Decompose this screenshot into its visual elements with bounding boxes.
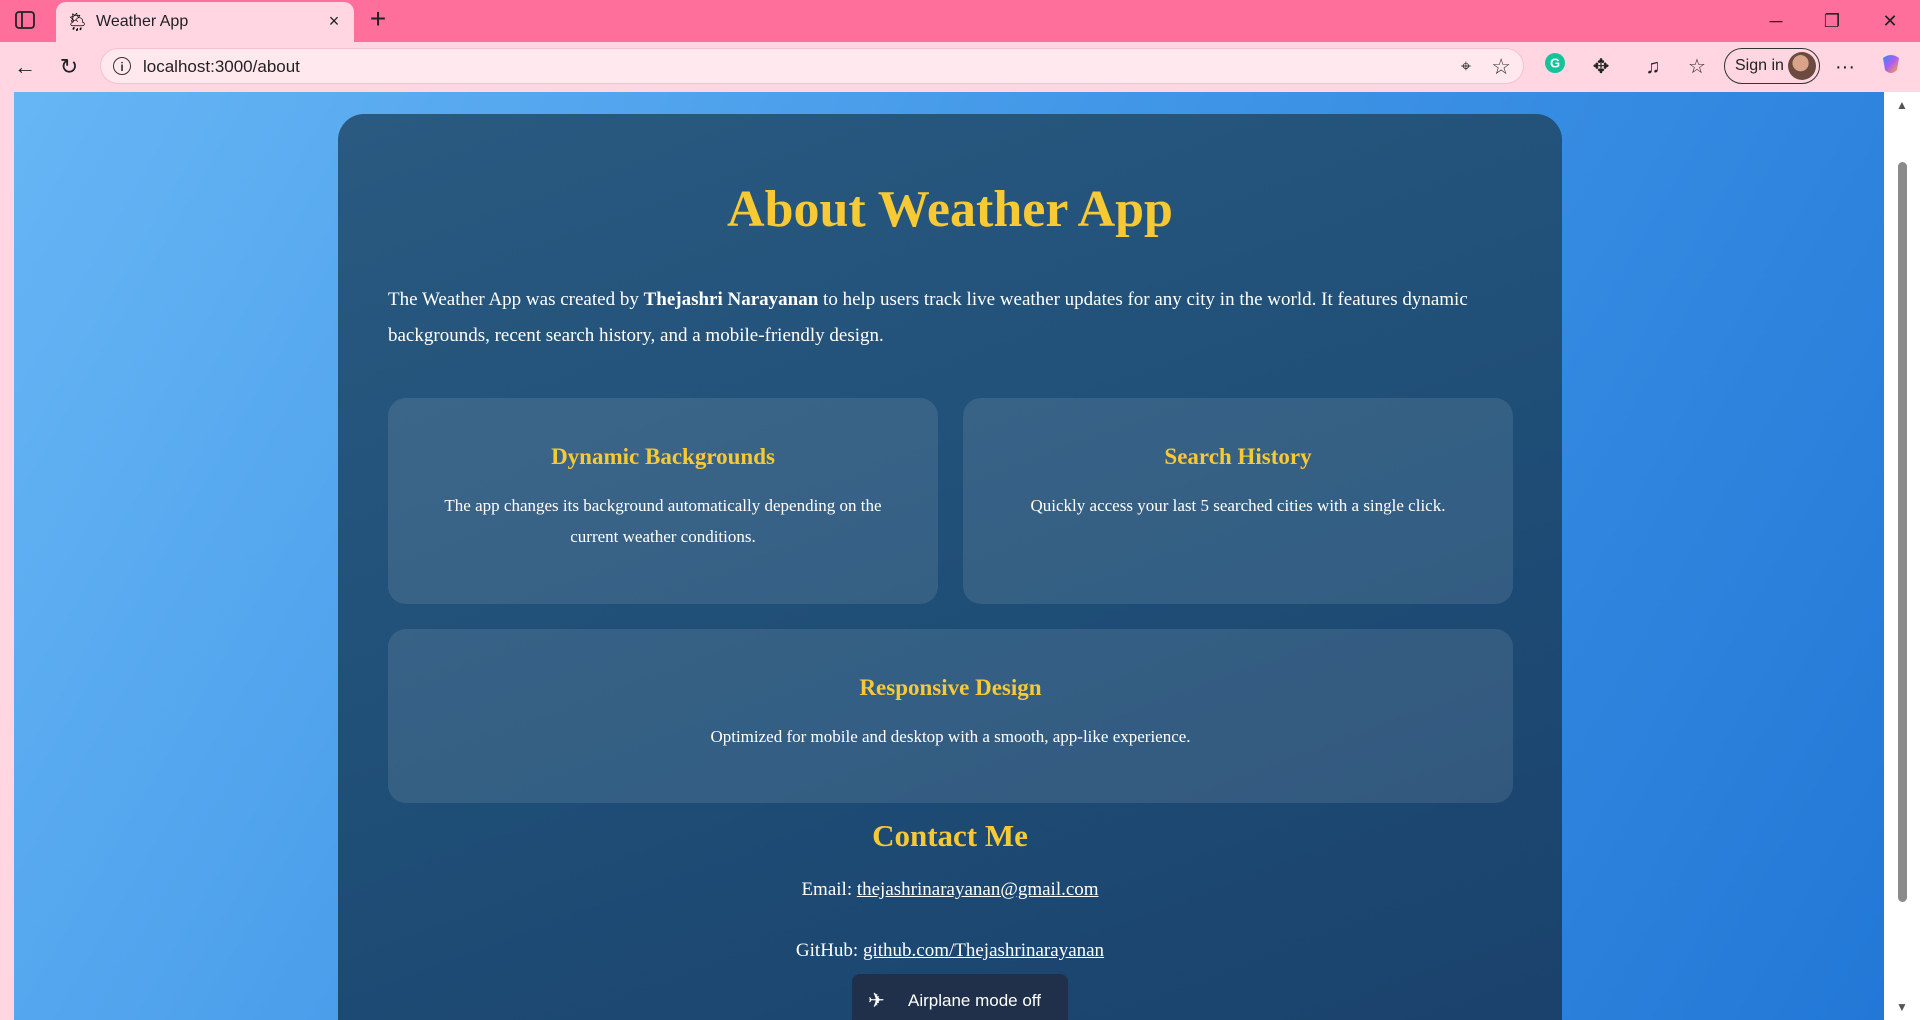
restore-icon[interactable]: ❐ <box>1812 8 1852 34</box>
avatar <box>1788 52 1816 80</box>
favorite-star-icon[interactable]: ☆ <box>1491 54 1511 80</box>
page-viewport: About Weather App The Weather App was cr… <box>0 92 1920 1020</box>
feature-text: Optimized for mobile and desktop with a … <box>710 727 1191 746</box>
minimize-icon[interactable]: ─ <box>1756 8 1796 34</box>
new-tab-button[interactable]: + <box>364 5 392 34</box>
sign-in-button[interactable]: Sign in <box>1724 48 1820 84</box>
contact-title: Contact Me <box>872 818 1028 853</box>
scrollbar-thumb[interactable] <box>1898 162 1907 902</box>
grammarly-extension-icon[interactable]: G <box>1540 52 1570 82</box>
intro-prefix: The Weather App was created by <box>388 289 644 310</box>
email-label: Email: <box>801 879 857 900</box>
vertical-scrollbar[interactable]: ▲ ▼ <box>1884 92 1920 1020</box>
media-icon[interactable]: ♫ <box>1638 52 1668 82</box>
svg-text:G: G <box>1550 56 1560 71</box>
weather-favicon-icon: 🌦 <box>66 12 89 32</box>
feature-text: Quickly access your last 5 searched citi… <box>1030 496 1446 515</box>
more-menu-icon[interactable]: ··· <box>1830 52 1860 82</box>
tab-title: Weather App <box>96 13 189 30</box>
navigation-bar: ← ↻ i localhost:3000/about ⌖ ☆ G ✥ ♫ ☆ S… <box>0 42 1920 92</box>
scroll-down-icon[interactable]: ▼ <box>1896 1000 1908 1014</box>
feature-title: Responsive Design <box>859 675 1042 700</box>
contact-email: Email: thejashrinarayanan@gmail.com <box>338 879 1562 901</box>
title-bar: 🌦 Weather App × + ─ ❐ ✕ <box>0 0 1920 42</box>
sidebar-toggle-icon[interactable] <box>14 10 36 30</box>
feature-title: Search History <box>1164 444 1312 469</box>
airplane-mode-toast: ✈ Airplane mode off <box>852 974 1068 1020</box>
favorites-icon[interactable]: ☆ <box>1682 52 1712 82</box>
airplane-icon: ✈ <box>868 990 885 1012</box>
feature-card-responsive-design: Responsive Design Optimized for mobile a… <box>388 629 1513 803</box>
author-name: Thejashri Narayanan <box>643 289 819 310</box>
extensions-icon[interactable]: ✥ <box>1586 52 1616 82</box>
close-window-icon[interactable]: ✕ <box>1870 8 1910 34</box>
toast-message: Airplane mode off <box>908 991 1041 1010</box>
sign-in-label: Sign in <box>1735 57 1784 74</box>
url-text[interactable]: localhost:3000/about <box>143 57 300 77</box>
github-label: GitHub: <box>795 940 863 961</box>
intro-paragraph: The Weather App was created by Thejashri… <box>388 282 1512 354</box>
address-bar[interactable]: i localhost:3000/about ⌖ ☆ <box>100 48 1524 84</box>
close-tab-icon[interactable]: × <box>324 11 344 31</box>
feature-title: Dynamic Backgrounds <box>551 444 775 469</box>
copilot-icon[interactable] <box>1876 52 1906 82</box>
refresh-icon[interactable]: ↻ <box>54 52 84 82</box>
page-title: About Weather App <box>727 181 1173 238</box>
github-link[interactable]: github.com/Thejashrinarayanan <box>863 940 1104 961</box>
scroll-up-icon[interactable]: ▲ <box>1896 98 1908 112</box>
about-card: About Weather App The Weather App was cr… <box>338 114 1562 1020</box>
email-link[interactable]: thejashrinarayanan@gmail.com <box>857 879 1099 900</box>
viewport-border <box>0 92 14 1020</box>
feature-text: The app changes its background automatic… <box>444 496 882 546</box>
feature-card-dynamic-backgrounds: Dynamic Backgrounds The app changes its … <box>388 398 938 604</box>
site-info-icon[interactable]: i <box>113 57 131 75</box>
browser-tab[interactable]: 🌦 Weather App × <box>56 2 354 42</box>
back-icon[interactable]: ← <box>10 52 40 82</box>
feature-card-search-history: Search History Quickly access your last … <box>963 398 1513 604</box>
location-icon[interactable]: ⌖ <box>1461 56 1471 77</box>
contact-github: GitHub: github.com/Thejashrinarayanan <box>338 940 1562 962</box>
